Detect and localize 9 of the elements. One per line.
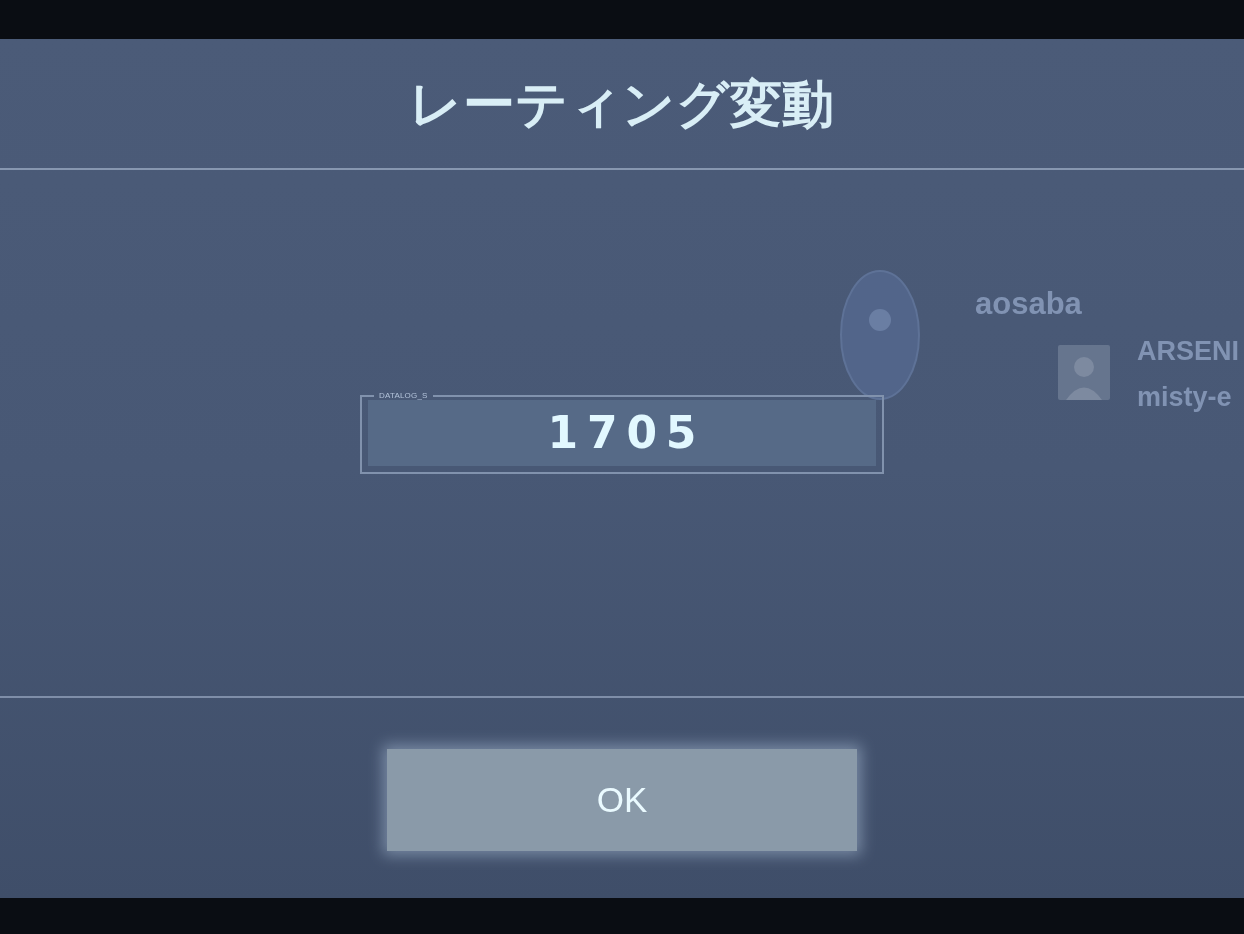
- rating-value: 1705: [368, 400, 876, 466]
- player-name: aosaba: [975, 285, 1082, 323]
- dialog-title: レーティング変動: [409, 73, 835, 135]
- avatar-icon: [1058, 345, 1110, 400]
- emblem-icon: [840, 270, 920, 400]
- player-name: misty-e: [1137, 381, 1232, 414]
- field-label: DATALOG_S: [378, 392, 429, 400]
- player-name: ARSENI: [1137, 335, 1239, 368]
- ok-button[interactable]: OK: [387, 749, 857, 851]
